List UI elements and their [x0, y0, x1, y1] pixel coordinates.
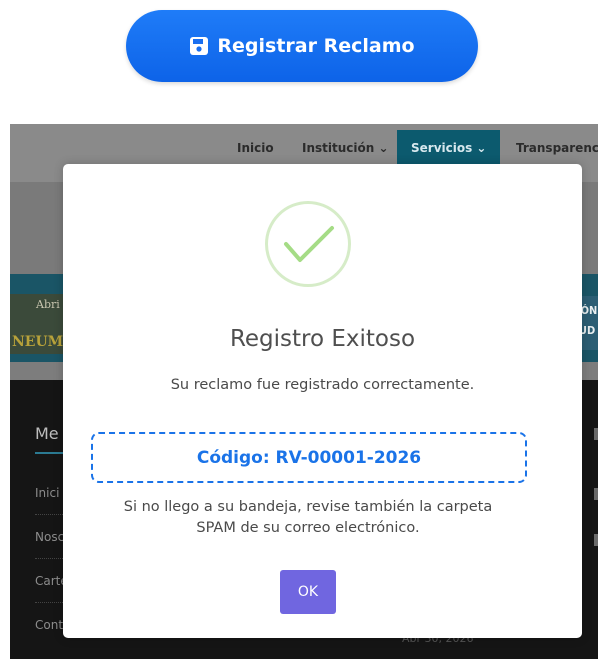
- divider: [35, 558, 65, 559]
- modal-message: Su reclamo fue registrado correctamente.: [170, 377, 475, 393]
- nav-item-inicio[interactable]: Inicio: [237, 141, 274, 155]
- nav-item-transparencia[interactable]: Transparenc: [516, 141, 598, 155]
- heading-underline: [35, 452, 65, 454]
- banner-left-text-top: Abri: [36, 298, 60, 311]
- footer-link-inicio[interactable]: Inici: [35, 486, 59, 500]
- floppy-disk-icon: [189, 36, 209, 56]
- footer-link-contacto[interactable]: Cont: [35, 618, 63, 632]
- claim-code-text: Código: RV-00001-2026: [196, 447, 422, 468]
- modal-note-line2: SPAM de su correo electrónico.: [196, 520, 420, 536]
- right-column-fragment: [594, 488, 598, 500]
- success-modal: Registro Exitoso Su reclamo fue registra…: [63, 164, 582, 638]
- right-column-fragment: [594, 534, 598, 546]
- success-check-icon: [265, 201, 351, 287]
- register-claim-button[interactable]: Registrar Reclamo: [126, 10, 478, 82]
- register-claim-label: Registrar Reclamo: [217, 35, 415, 57]
- nav-item-servicios-label: Servicios ⌄: [411, 141, 487, 155]
- modal-note-line1: Si no llego a su bandeja, revise también…: [123, 499, 493, 515]
- right-column-fragment: [594, 428, 598, 440]
- modal-title: Registro Exitoso: [229, 326, 416, 352]
- nav-item-institucion[interactable]: Institución ⌄: [302, 141, 389, 155]
- ok-button[interactable]: OK: [280, 570, 336, 614]
- banner-left-text-bottom: NEUM: [12, 334, 64, 350]
- divider: [35, 514, 65, 515]
- nav-item-servicios[interactable]: Servicios ⌄: [397, 130, 500, 164]
- modal-note: Si no llego a su bandeja, revise también…: [93, 497, 523, 539]
- footer-menu-heading: Me: [35, 424, 59, 443]
- banner-left-image[interactable]: Abri NEUM: [10, 294, 66, 354]
- footer-link-nosotros[interactable]: Nosc: [35, 530, 64, 544]
- divider: [35, 602, 65, 603]
- claim-code-box: Código: RV-00001-2026: [91, 432, 527, 483]
